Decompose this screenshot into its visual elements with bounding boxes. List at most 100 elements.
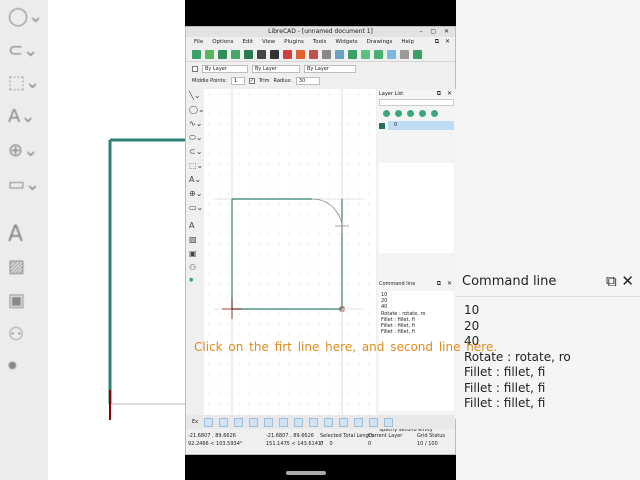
zoomed-cmd-line: 10 <box>464 303 480 317</box>
tool-palette: ╲⌄ ◯⌄ ∿⌄ ⬭⌄ ⊂⌄ ⬚⌄ A⌄ ⊕⌄ ▭⌄ A ▨ ▣ ⚇ ● <box>186 89 205 417</box>
text-tool-icon[interactable]: A <box>189 221 203 233</box>
block-tool-icon: ⚇ <box>8 324 25 345</box>
relative-polar: 151.1475 < 143.6141° <box>266 441 324 447</box>
line-tool-icon[interactable]: ╲⌄ <box>189 91 203 103</box>
grid-status-value: 10 / 100 <box>417 441 438 447</box>
command-dock-controls[interactable]: ⧉ ✕ <box>437 280 454 288</box>
arc-tool-icon[interactable]: ⊂⌄ <box>189 147 203 159</box>
trim-checkbox[interactable]: ✓ <box>248 78 255 84</box>
ellipse-tool-icon[interactable]: ⬭⌄ <box>189 133 203 145</box>
middle-points-input[interactable]: 1 <box>230 77 245 85</box>
layer-row[interactable]: 0 <box>379 121 454 130</box>
select-tool-icon[interactable]: ⬚⌄ <box>189 161 203 173</box>
redraw-icon[interactable] <box>413 50 422 59</box>
pen-type-combo[interactable]: By Layer <box>304 65 356 73</box>
grid-icon[interactable] <box>387 50 396 59</box>
snap-toolbar: Ex <box>186 415 455 429</box>
draft-icon[interactable] <box>400 50 409 59</box>
print-icon[interactable] <box>257 50 266 59</box>
command-line-title: Command line <box>379 281 416 287</box>
menu-widgets[interactable]: Widgets <box>335 39 357 45</box>
pen-color-combo[interactable]: By Layer <box>202 65 248 73</box>
zoomed-separator <box>456 296 640 297</box>
cut-icon[interactable] <box>283 50 292 59</box>
menu-tools[interactable]: Tools <box>313 39 327 45</box>
current-layer-value: 0 <box>368 441 372 447</box>
snap-distance-icon[interactable] <box>294 417 304 427</box>
restrict-orthogonal-icon[interactable] <box>354 417 364 427</box>
rectangle-entity[interactable] <box>231 198 343 310</box>
zoom-in-icon[interactable] <box>348 50 357 59</box>
dot-icon: ● <box>8 360 17 371</box>
zoomed-drawing <box>108 138 185 420</box>
tool-options-toolbar: Middle Points: 1 ✓ Trim Radius: 30 <box>186 75 455 87</box>
modify-tool-icon: ⊕⌄ <box>8 140 39 161</box>
circle-tool-icon[interactable]: ◯⌄ <box>189 105 205 117</box>
save-icon[interactable] <box>218 50 227 59</box>
add-layer-icon[interactable] <box>407 110 414 117</box>
layer-filter-input[interactable] <box>379 99 454 106</box>
zoom-icon[interactable] <box>335 50 344 59</box>
snap-entity-icon[interactable] <box>249 417 259 427</box>
menu-help[interactable]: Help <box>401 39 414 45</box>
export-icon[interactable] <box>244 50 253 59</box>
document-controls[interactable]: ⧉ ✕ <box>435 38 452 46</box>
image-tool-icon[interactable]: ▣ <box>189 249 203 261</box>
modify-tool-icon[interactable]: ⊕⌄ <box>189 189 203 201</box>
zoom-fit-icon[interactable] <box>374 50 383 59</box>
restrict-vertical-icon[interactable] <box>339 417 349 427</box>
copy-icon[interactable] <box>296 50 305 59</box>
zoom-out-icon[interactable] <box>361 50 370 59</box>
save-as-icon[interactable] <box>231 50 240 59</box>
hide-all-layers-icon[interactable] <box>395 110 402 117</box>
selected-value: 0 <box>320 441 324 447</box>
menu-view[interactable]: View <box>262 39 275 45</box>
snap-free-icon[interactable] <box>204 417 214 427</box>
remove-layer-icon[interactable] <box>419 110 426 117</box>
window-controls[interactable]: – ▢ ✕ <box>419 27 452 37</box>
exclusive-snap-label[interactable]: Ex <box>192 419 198 425</box>
block-tool-icon[interactable]: ⚇ <box>189 263 203 275</box>
print-preview-icon[interactable] <box>270 50 279 59</box>
restrict-horizontal-icon[interactable] <box>324 417 334 427</box>
snap-endpoint-icon[interactable] <box>234 417 244 427</box>
lock-relative-zero-icon[interactable] <box>384 417 394 427</box>
snap-intersection-icon[interactable] <box>309 417 319 427</box>
zoomed-cmd-line: 20 <box>464 318 480 333</box>
snap-grid-icon[interactable] <box>219 417 229 427</box>
dimension-tool-icon[interactable]: A⌄ <box>189 175 203 187</box>
new-file-icon[interactable] <box>192 50 201 59</box>
drawing-canvas[interactable] <box>204 89 393 475</box>
right-dock: Layer List ⧉ ✕ 0 Command line ⧉ ✕ 10 20 <box>377 89 456 433</box>
menu-options[interactable]: Options <box>212 39 233 45</box>
show-all-layers-icon[interactable] <box>383 110 390 117</box>
radius-input[interactable]: 30 <box>295 77 320 85</box>
open-file-icon[interactable] <box>205 50 214 59</box>
horizontal-scrollbar[interactable] <box>286 471 326 475</box>
curve-tool-icon[interactable]: ∿⌄ <box>189 119 203 131</box>
edit-layer-icon[interactable] <box>431 110 438 117</box>
menu-drawings[interactable]: Drawings <box>367 39 393 45</box>
pen-width-combo[interactable]: By Layer <box>252 65 300 73</box>
dimension-tool-icon: A⌄ <box>8 106 36 127</box>
pointer-icon[interactable] <box>322 50 331 59</box>
point-tool-icon[interactable]: ● <box>189 277 203 289</box>
middle-points-label: Middle Points: <box>192 78 227 84</box>
arc-tool-icon: ⊂⌄ <box>8 40 39 61</box>
pen-toolbar: By Layer By Layer By Layer <box>186 63 455 75</box>
relative-zero-icon[interactable] <box>369 417 379 427</box>
paste-icon[interactable] <box>309 50 318 59</box>
menu-plugins[interactable]: Plugins <box>284 39 304 45</box>
grid-status-info: Grid Status 10 / 100 <box>417 432 445 448</box>
snap-center-icon[interactable] <box>264 417 274 427</box>
zoomed-canvas <box>48 0 185 480</box>
menu-file[interactable]: File <box>194 39 203 45</box>
hatch-tool-icon[interactable]: ▨ <box>189 235 203 247</box>
current-layer-label: Current Layer <box>368 433 403 439</box>
snap-middle-icon[interactable] <box>279 417 289 427</box>
tutorial-caption: Click on the firt line here, and second … <box>194 340 498 354</box>
dock-controls[interactable]: ⧉ ✕ <box>437 90 454 98</box>
layer-visible-icon[interactable] <box>379 122 385 129</box>
menu-edit[interactable]: Edit <box>242 39 253 45</box>
measure-tool-icon[interactable]: ▭⌄ <box>189 203 203 215</box>
